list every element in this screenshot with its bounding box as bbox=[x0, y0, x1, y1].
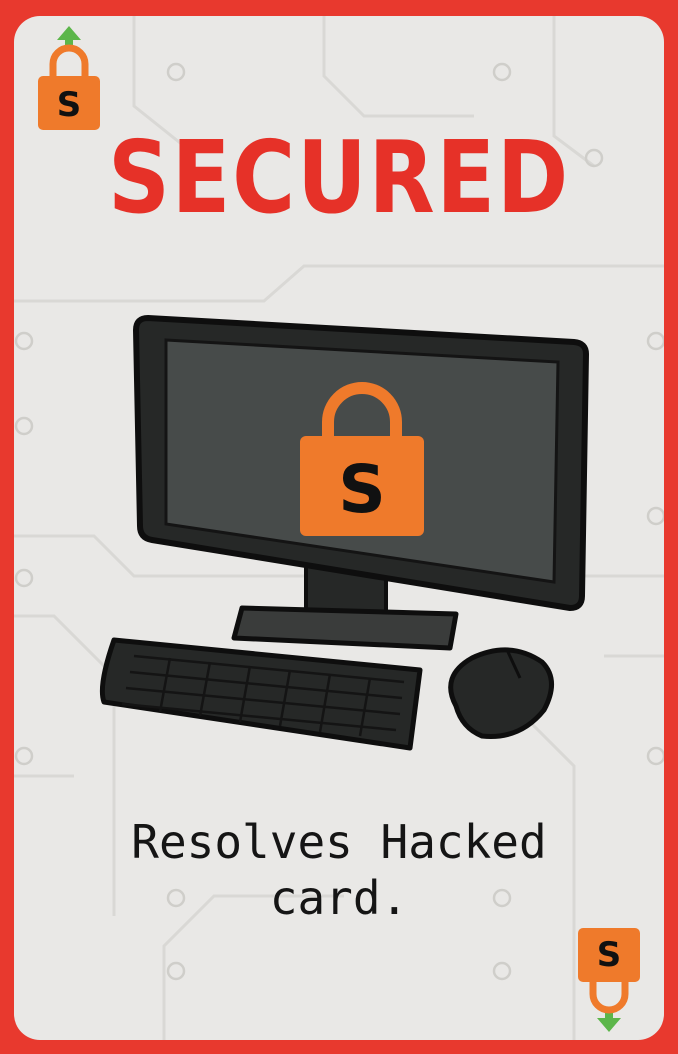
lock-up-arrow-icon: S bbox=[38, 26, 100, 130]
svg-text:S: S bbox=[597, 935, 622, 975]
secured-computer-illustration: S bbox=[99, 315, 589, 751]
keyboard-icon bbox=[99, 637, 423, 751]
card-title: SECURED bbox=[107, 119, 571, 236]
svg-text:S: S bbox=[338, 451, 386, 528]
mouse-icon bbox=[448, 647, 554, 739]
card-effect-text: Resolves Hacked card. bbox=[131, 815, 547, 925]
svg-text:S: S bbox=[57, 85, 82, 125]
game-card[interactable]: S SECURED S Resolves Hacked card. S bbox=[14, 16, 664, 1040]
lock-up-arrow-icon: S bbox=[578, 928, 640, 1032]
